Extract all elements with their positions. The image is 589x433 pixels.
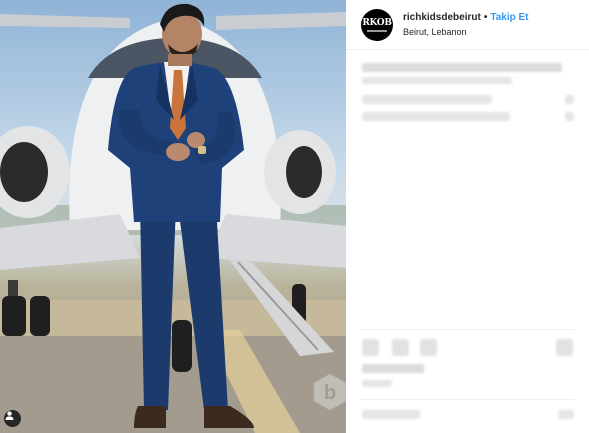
instagram-post: b RKOB richkidsdebeirut • Takip Et Beirut,…	[0, 0, 589, 433]
comment-like-icon-2[interactable]	[565, 112, 574, 121]
separator-dot: •	[483, 12, 488, 23]
actions-divider	[360, 329, 575, 330]
location-link[interactable]: Beirut, Lebanon	[403, 27, 467, 37]
post-comment-button[interactable]	[558, 410, 574, 419]
user-tag-button[interactable]	[4, 410, 21, 427]
avatar-text: RKOB	[362, 17, 392, 28]
caption-line-1	[362, 63, 562, 72]
username-row: richkidsdebeirut • Takip Et	[403, 12, 528, 23]
person-icon	[5, 411, 14, 420]
avatar-underline	[367, 29, 387, 32]
watermark-logo-icon: b	[312, 372, 346, 412]
svg-text:b: b	[324, 382, 336, 404]
comment-line-2	[362, 112, 510, 121]
share-icon[interactable]	[420, 339, 437, 356]
username-link[interactable]: richkidsdebeirut	[403, 12, 481, 23]
follow-button[interactable]: Takip Et	[490, 12, 528, 23]
post-time	[362, 380, 392, 387]
comment-divider	[360, 399, 575, 400]
post-photo[interactable]: b	[0, 0, 346, 433]
comment-line-1	[362, 95, 492, 104]
post-header: RKOB richkidsdebeirut • Takip Et Beirut, L…	[346, 0, 589, 50]
bookmark-icon[interactable]	[556, 339, 573, 356]
post-side-panel: RKOB richkidsdebeirut • Takip Et Beirut, L…	[346, 0, 589, 433]
add-comment-input[interactable]	[362, 410, 420, 419]
heart-icon[interactable]	[362, 339, 379, 356]
caption-line-2	[362, 77, 512, 84]
comment-icon[interactable]	[392, 339, 409, 356]
avatar[interactable]: RKOB	[361, 9, 393, 41]
photo-scene	[0, 3, 346, 433]
likes-count[interactable]	[362, 364, 424, 373]
comment-like-icon-1[interactable]	[565, 95, 574, 104]
